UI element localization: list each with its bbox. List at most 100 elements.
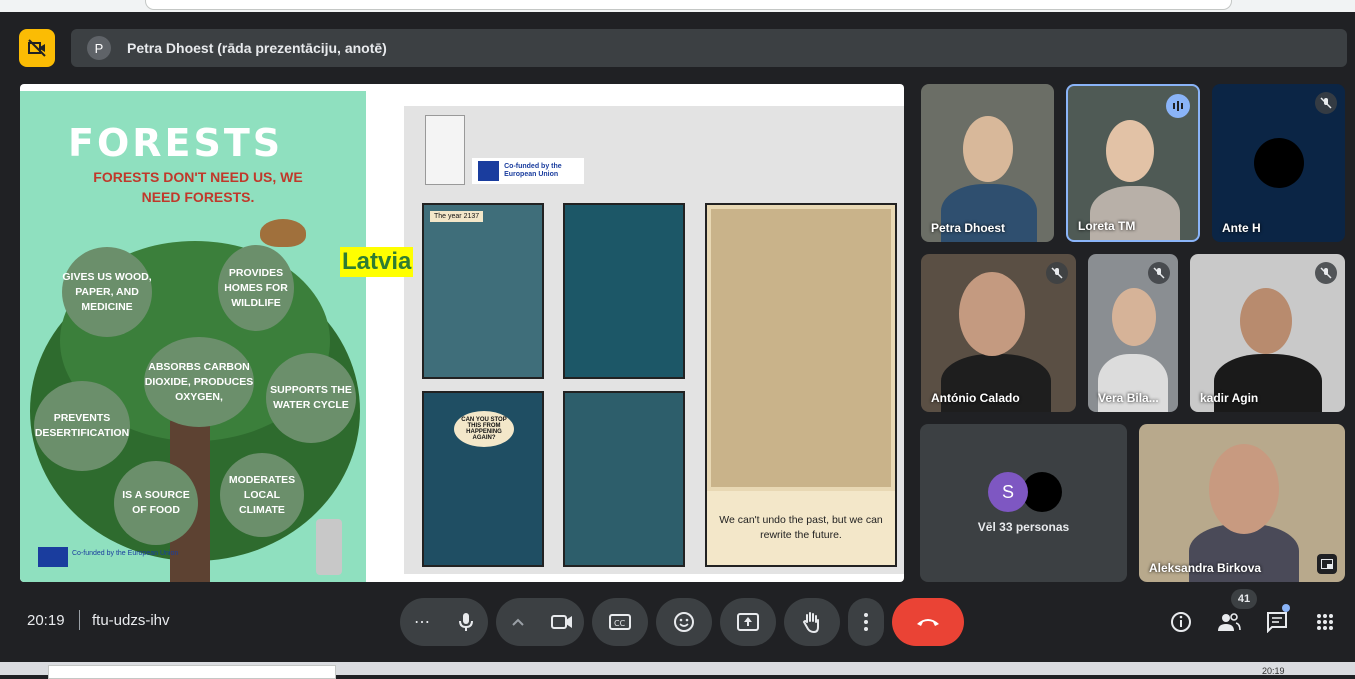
svg-text:CC: CC <box>614 619 626 628</box>
participant-face <box>963 116 1013 182</box>
captions-icon: CC <box>609 614 631 630</box>
emoji-icon <box>674 612 694 632</box>
browser-top-bar <box>0 0 1355 12</box>
hourglass-logo <box>425 115 465 185</box>
camera-control-group <box>496 598 584 646</box>
participant-face <box>959 272 1025 356</box>
benefit-bubble: GIVES US WOOD, PAPER, AND MEDICINE <box>62 247 152 337</box>
poster-subtitle: FORESTS DON'T NEED US, WE NEED FORESTS. <box>93 169 303 205</box>
comic-page: Co-funded by the European Union The year… <box>404 106 904 574</box>
participant-avatar <box>1254 138 1304 188</box>
meeting-code: ftu-udzs-ihv <box>92 612 170 629</box>
presenter-avatar: P <box>87 36 111 60</box>
speech-bubble: CAN YOU STOP THIS FROM HAPPENING AGAIN? <box>454 411 514 447</box>
more-options-button[interactable] <box>848 598 884 646</box>
participant-face <box>1209 444 1279 534</box>
participant-name: António Calado <box>931 391 1020 405</box>
comic-caption: We can't undo the past, but we can rewri… <box>707 491 895 565</box>
participant-tile[interactable]: Ante H <box>1212 84 1345 242</box>
microphone-icon[interactable] <box>444 612 488 632</box>
participant-avatar <box>1022 472 1062 512</box>
eu-funding-text: Co-funded by the European Union <box>504 163 562 178</box>
video-off-icon <box>28 39 46 57</box>
comic-panel-dinosaur <box>563 203 685 379</box>
activities-button[interactable] <box>1313 610 1337 634</box>
hand-icon <box>802 612 819 633</box>
participant-name: Vera Bila... <box>1098 391 1159 405</box>
presenting-banner: P Petra Dhoest (rāda prezentāciju, anotē… <box>71 29 1347 67</box>
comic-panel-planting: We can't undo the past, but we can rewri… <box>705 203 897 567</box>
chat-notification-dot <box>1282 604 1290 612</box>
info-icon <box>1171 612 1191 632</box>
mic-off-icon <box>1148 262 1170 284</box>
eu-flag-icon <box>38 547 68 567</box>
captions-button[interactable]: CC <box>592 598 648 646</box>
benefit-bubble: PROVIDES HOMES FOR WILDLIFE <box>218 245 294 331</box>
hang-up-icon <box>917 619 939 626</box>
mic-off-icon <box>1315 262 1337 284</box>
present-screen-icon <box>737 613 759 631</box>
control-bar: 20:19 ftu-udzs-ihv ⋯ CC <box>0 598 1355 646</box>
comic-panel-door <box>563 391 685 567</box>
camera-off-indicator[interactable] <box>19 29 55 67</box>
chevron-up-icon[interactable] <box>496 618 540 626</box>
chat-icon <box>1267 612 1287 633</box>
poster-title: FORESTS <box>68 121 284 165</box>
more-participants-label: Vēl 33 personas <box>977 520 1070 534</box>
bird-image <box>260 219 306 247</box>
participant-count-badge: 41 <box>1231 589 1257 609</box>
audio-options-button[interactable]: ⋯ <box>400 612 444 632</box>
presenter-status-text: Petra Dhoest (rāda prezentāciju, anotē) <box>127 40 387 56</box>
chat-button[interactable] <box>1265 610 1289 634</box>
participant-tile[interactable]: Aleksandra Birkova <box>1139 424 1345 582</box>
mic-off-icon <box>1046 262 1068 284</box>
annotation-text: Latvia <box>340 247 414 277</box>
benefit-bubble: PREVENTS DESERTIFICATION <box>34 381 130 471</box>
participant-face <box>1112 288 1156 346</box>
present-button[interactable] <box>720 598 776 646</box>
comic-panel-museum: The year 2137 <box>422 203 544 379</box>
participant-tile[interactable]: Petra Dhoest <box>921 84 1054 242</box>
more-participants-tile[interactable]: S Vēl 33 personas <box>920 424 1127 582</box>
participant-tile-active-speaker[interactable]: Loreta TM <box>1066 84 1200 242</box>
people-button[interactable] <box>1217 610 1241 634</box>
taskbar-window[interactable] <box>48 665 336 679</box>
participant-face <box>1106 120 1154 182</box>
planting-art <box>711 209 891 487</box>
more-vert-icon <box>864 613 868 631</box>
meeting-info-button[interactable] <box>1169 610 1193 634</box>
people-icon <box>1218 613 1241 631</box>
participant-tile[interactable]: Vera Bila... <box>1088 254 1178 412</box>
leave-call-button[interactable] <box>892 598 964 646</box>
participant-name: Ante H <box>1222 221 1261 235</box>
raise-hand-button[interactable] <box>784 598 840 646</box>
mic-off-icon <box>1315 92 1337 114</box>
participant-tile[interactable]: kadir Agin <box>1190 254 1345 412</box>
participant-name: Aleksandra Birkova <box>1149 561 1262 575</box>
benefit-bubble: IS A SOURCE OF FOOD <box>114 461 198 545</box>
speaking-indicator-icon <box>1166 94 1190 118</box>
participant-avatar: S <box>988 472 1028 512</box>
apps-grid-icon <box>1317 614 1333 630</box>
participant-face <box>1240 288 1292 354</box>
divider <box>79 610 80 630</box>
panel-label: The year 2137 <box>430 211 484 222</box>
forests-poster: FORESTS FORESTS DON'T NEED US, WE NEED F… <box>20 91 366 582</box>
comic-panel-polar-bear: CAN YOU STOP THIS FROM HAPPENING AGAIN? <box>422 391 544 567</box>
eu-funding-box: Co-funded by the European Union <box>472 158 584 184</box>
pip-icon[interactable] <box>1317 554 1337 574</box>
benefit-bubble: ABSORBS CARBON DIOXIDE, PRODUCES OXYGEN, <box>144 337 254 427</box>
benefit-bubble: MODERATES LOCAL CLIMATE <box>220 453 304 537</box>
hourglass-logo <box>316 519 342 575</box>
eu-funding-text: Co-funded by the European Union <box>72 550 179 557</box>
taskbar: 20:19 <box>0 662 1355 679</box>
mic-control-group: ⋯ <box>400 598 488 646</box>
camera-icon[interactable] <box>540 614 584 630</box>
eu-flag-icon <box>478 161 500 181</box>
reactions-button[interactable] <box>656 598 712 646</box>
participant-tile[interactable]: António Calado <box>921 254 1076 412</box>
benefit-bubble: SUPPORTS THE WATER CYCLE <box>266 353 356 443</box>
address-bar[interactable] <box>145 0 1232 10</box>
participant-name: Loreta TM <box>1078 219 1136 233</box>
meeting-time: 20:19 <box>27 612 65 629</box>
